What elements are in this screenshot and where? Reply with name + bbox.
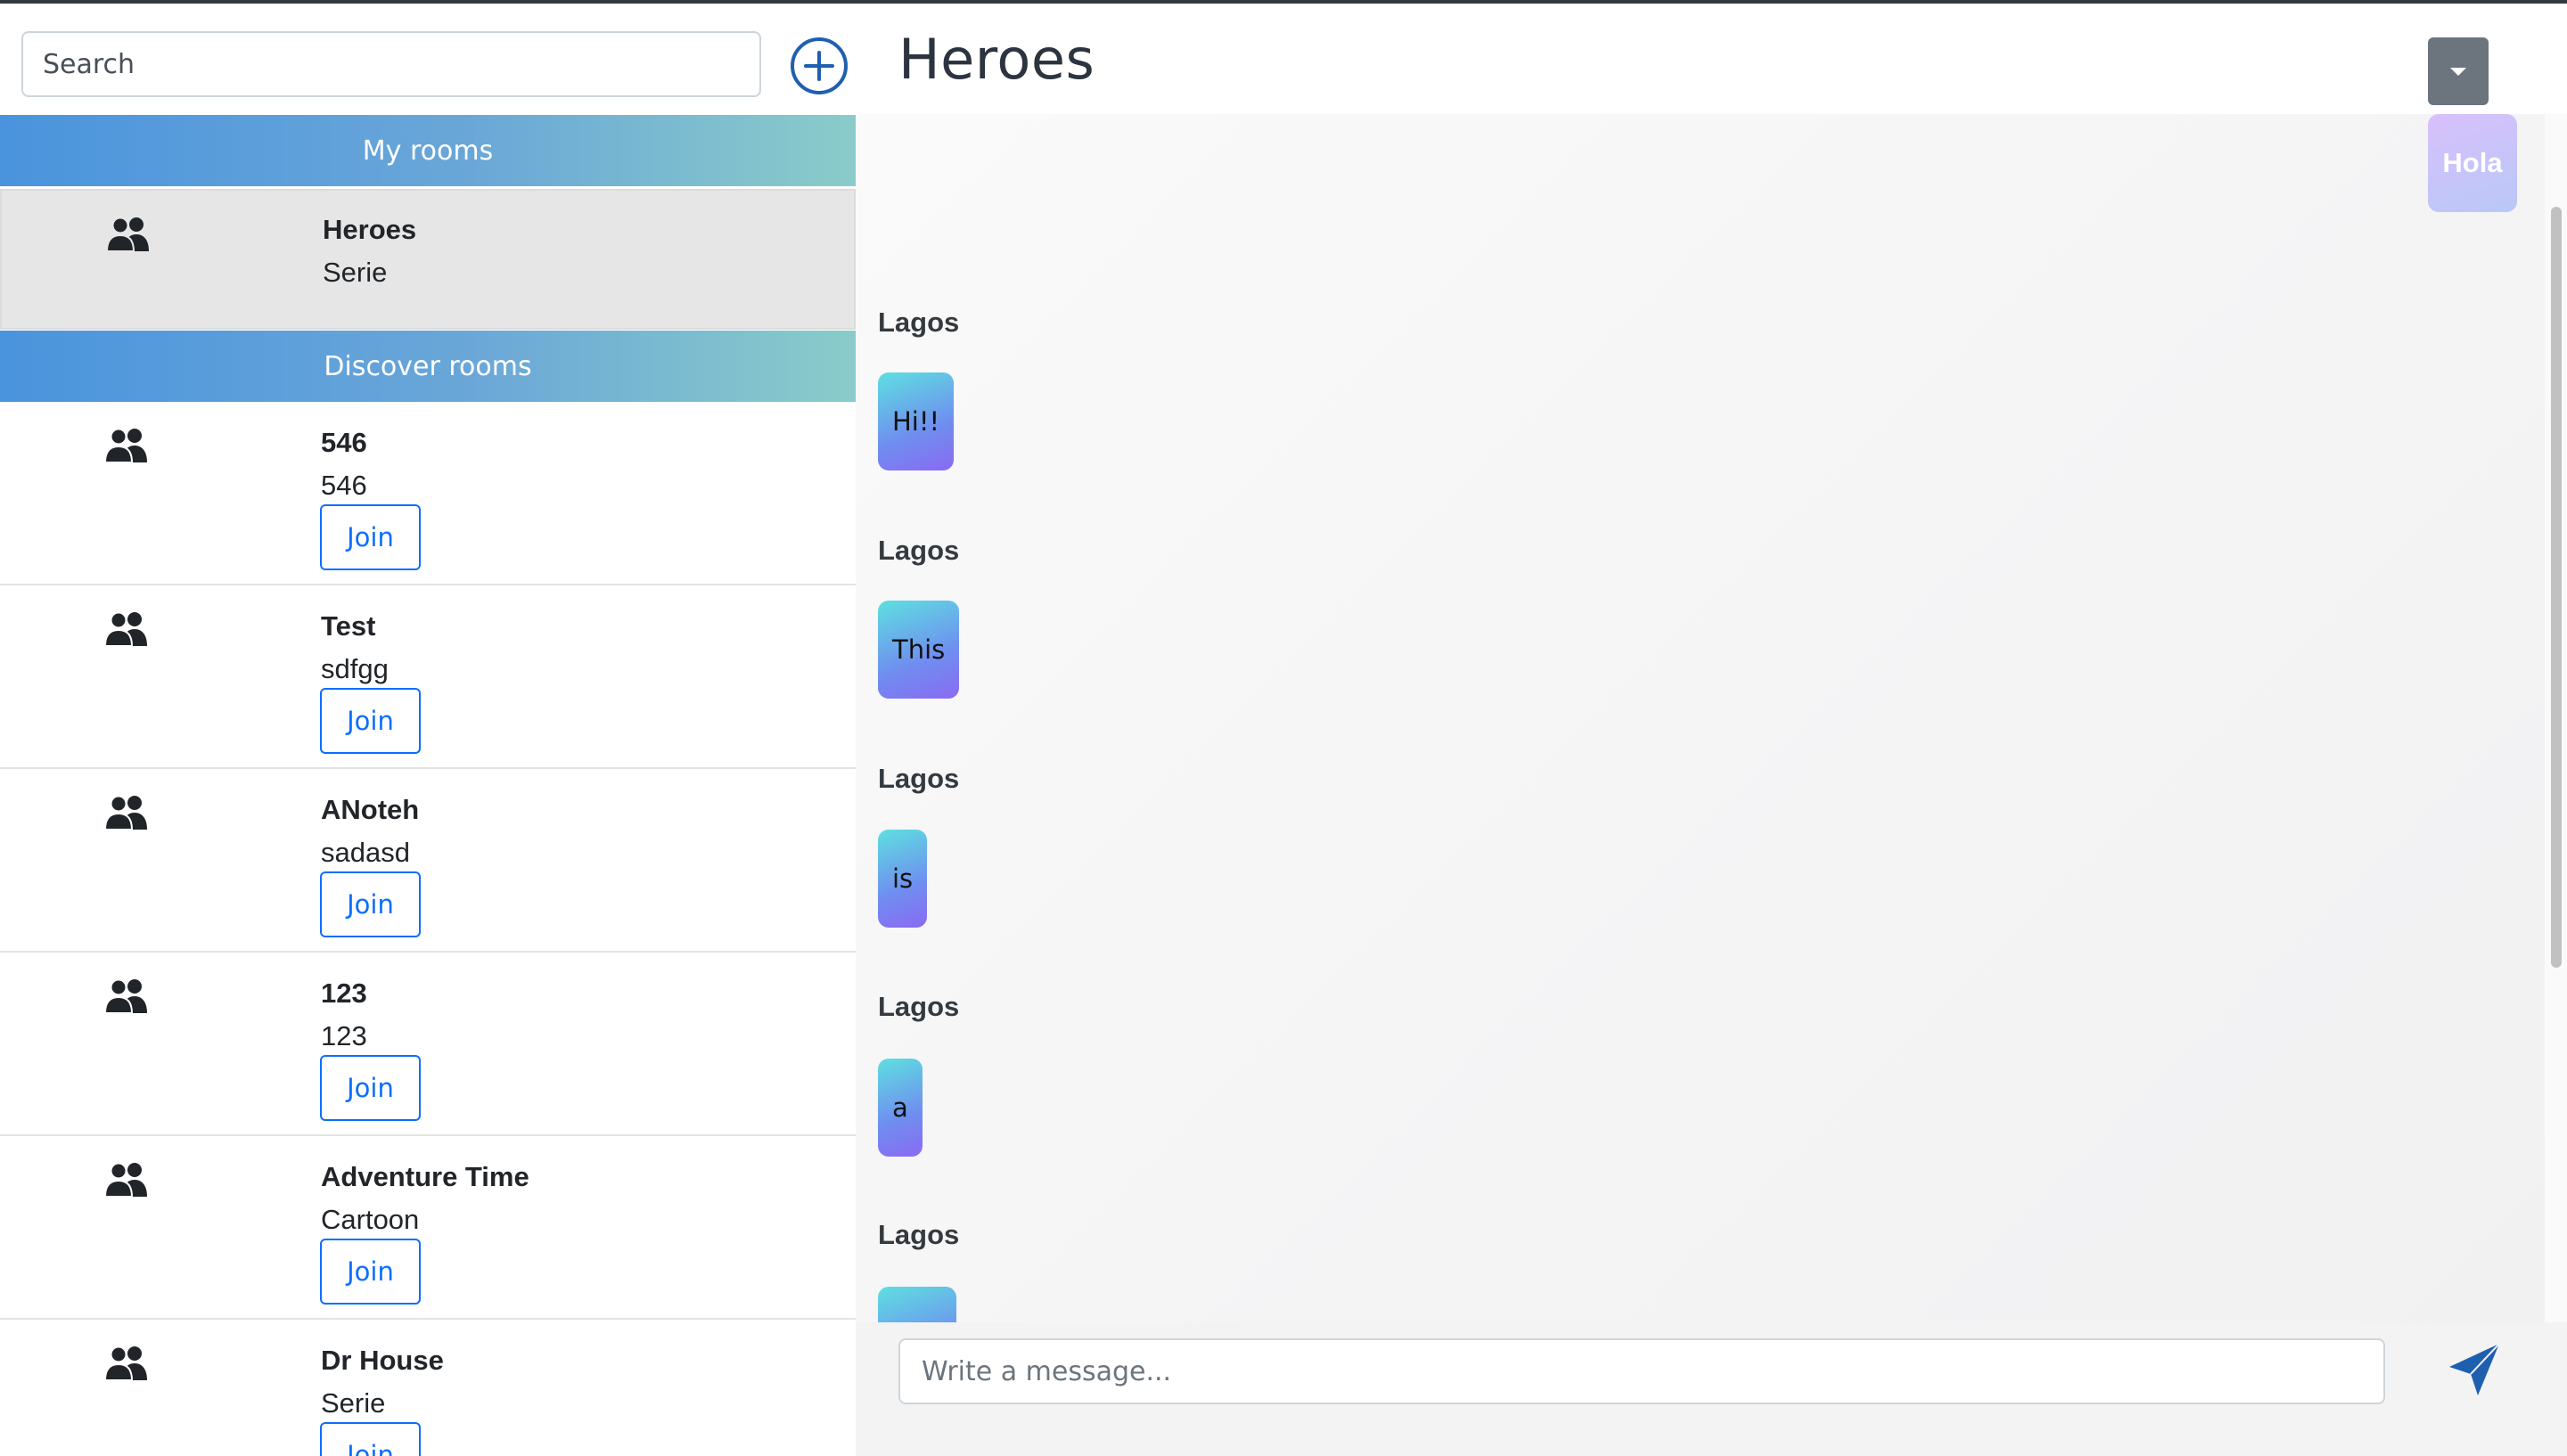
caret-down-icon	[2450, 67, 2466, 76]
room-description: sdfgg	[321, 653, 389, 684]
plus-circle-icon	[791, 37, 848, 94]
add-room-button[interactable]	[790, 37, 849, 95]
users-icon	[104, 428, 147, 462]
own-message-bubble: Hola	[2428, 114, 2517, 212]
join-button[interactable]: Join	[320, 688, 421, 754]
room-item-dr-house[interactable]: Dr House Serie Join	[0, 1320, 856, 1456]
room-item-heroes[interactable]: Heroes Serie	[0, 189, 856, 330]
users-icon	[104, 795, 147, 830]
room-name: ANoteh	[321, 794, 420, 825]
room-description: sadasd	[321, 837, 410, 868]
room-item-123[interactable]: 123 123 Join	[0, 953, 856, 1136]
message-bubble: is	[878, 830, 928, 928]
users-icon	[104, 1162, 147, 1197]
room-item-test[interactable]: Test sdfgg Join	[0, 585, 856, 769]
join-button[interactable]: Join	[320, 1055, 421, 1121]
search-input[interactable]	[21, 31, 761, 97]
message-sender: Lagos	[878, 307, 960, 338]
room-item-adventure-time[interactable]: Adventure Time Cartoon Join	[0, 1136, 856, 1320]
join-button[interactable]: Join	[320, 871, 421, 937]
room-name: Adventure Time	[321, 1161, 529, 1192]
discover-rooms-label: Discover rooms	[324, 350, 532, 382]
room-description: Serie	[323, 257, 388, 288]
room-description: 123	[321, 1020, 367, 1051]
scrollbar-thumb[interactable]	[2551, 207, 2562, 968]
messages-area[interactable]: Hola Lagos Hi!! Lagos This Lagos is Lago…	[856, 114, 2545, 1322]
message-sender: Lagos	[878, 763, 960, 794]
room-name: Heroes	[323, 214, 417, 245]
my-rooms-header: My rooms	[0, 115, 856, 186]
join-button[interactable]: Join	[320, 1239, 421, 1305]
message-bubble: Hi!!	[878, 372, 955, 470]
send-button[interactable]	[2444, 1340, 2505, 1401]
users-icon	[106, 217, 149, 251]
join-button[interactable]: Join	[320, 1422, 421, 1456]
users-icon	[104, 611, 147, 646]
room-description: Serie	[321, 1387, 386, 1419]
message-bubble: a	[878, 1059, 923, 1157]
room-description: 546	[321, 470, 367, 501]
room-description: Cartoon	[321, 1204, 420, 1235]
room-name: 546	[321, 427, 367, 458]
message-sender: Lagos	[878, 535, 960, 566]
messages-scrollbar[interactable]	[2545, 114, 2567, 1322]
chat-room-title: Heroes	[898, 27, 1095, 92]
message-bubble	[878, 1287, 956, 1322]
chat-panel: Heroes Hola Lagos Hi!! Lagos This Lagos …	[856, 4, 2567, 1456]
paper-plane-icon	[2449, 1343, 2500, 1395]
join-button[interactable]: Join	[320, 504, 421, 570]
message-sender: Lagos	[878, 1219, 960, 1250]
room-name: Dr House	[321, 1345, 444, 1376]
room-options-dropdown[interactable]	[2428, 37, 2489, 105]
message-composer	[856, 1322, 2567, 1456]
room-item-anoteh[interactable]: ANoteh sadasd Join	[0, 769, 856, 953]
message-input[interactable]	[898, 1338, 2385, 1404]
room-name: 123	[321, 977, 367, 1009]
discover-rooms-header: Discover rooms	[0, 331, 856, 402]
message-sender: Lagos	[878, 991, 960, 1022]
users-icon	[104, 978, 147, 1013]
message-bubble: This	[878, 601, 960, 699]
users-icon	[104, 1346, 147, 1380]
my-rooms-label: My rooms	[362, 135, 494, 167]
room-item-546[interactable]: 546 546 Join	[0, 402, 856, 585]
rooms-sidebar: My rooms Heroes Serie Discover rooms 546…	[0, 4, 856, 1456]
room-name: Test	[321, 610, 376, 642]
